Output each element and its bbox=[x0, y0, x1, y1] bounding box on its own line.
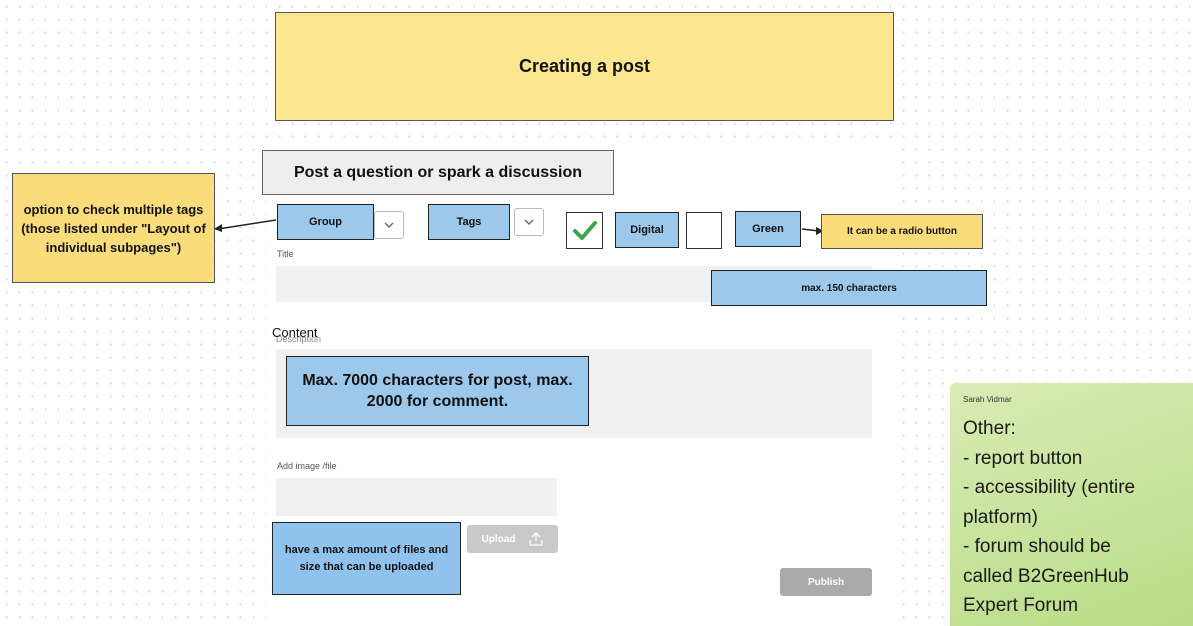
tag-option-green[interactable]: Green bbox=[735, 211, 801, 247]
tag-option-green-label: Green bbox=[752, 223, 784, 235]
tag-option-digital-label: Digital bbox=[630, 224, 664, 236]
annotation-title-limit: max. 150 characters bbox=[711, 270, 987, 306]
sticky-note-line: called B2GreenHub bbox=[963, 565, 1129, 587]
annotation-content-limit-text: Max. 7000 characters for post, max. 2000… bbox=[302, 372, 573, 410]
tags-dropdown-toggle[interactable] bbox=[514, 208, 544, 236]
annotation-files-limit: have a max amount of files and size that… bbox=[272, 522, 461, 595]
title-label: Title bbox=[277, 249, 294, 259]
content-label: Content bbox=[272, 325, 318, 340]
group-dropdown-toggle[interactable] bbox=[374, 211, 404, 239]
green-checkbox[interactable] bbox=[686, 212, 722, 249]
sticky-note-line: Other: bbox=[963, 418, 1016, 439]
sticky-note-line: platform) bbox=[963, 506, 1038, 528]
form-heading-text: Post a question or spark a discussion bbox=[293, 163, 583, 181]
chevron-down-icon bbox=[524, 219, 534, 225]
sticky-note-body: Other: - report button - accessibility (… bbox=[963, 414, 1181, 621]
arrow-to-group bbox=[214, 219, 277, 232]
upload-button[interactable]: Upload bbox=[467, 525, 558, 553]
page-banner: Creating a post bbox=[275, 12, 894, 121]
checkmark-icon bbox=[572, 220, 597, 240]
annotation-radio-button: It can be a radio button bbox=[821, 214, 983, 249]
tags-dropdown[interactable]: Tags bbox=[428, 204, 510, 240]
form-heading: Post a question or spark a discussion bbox=[262, 150, 614, 195]
sticky-note-line: - forum should be bbox=[963, 536, 1111, 557]
sticky-note-line: Expert Forum bbox=[963, 595, 1079, 616]
group-dropdown-label: Group bbox=[309, 216, 342, 228]
annotation-multiple-tags-text: option to check multiple tags (those lis… bbox=[21, 201, 206, 255]
attach-file-input[interactable] bbox=[276, 478, 557, 516]
publish-button-label: Publish bbox=[807, 576, 845, 588]
annotation-radio-button-text: It can be a radio button bbox=[846, 226, 957, 237]
tag-option-digital[interactable]: Digital bbox=[615, 212, 679, 248]
sticky-note: Sarah Vidmar Other: - report button - ac… bbox=[950, 383, 1193, 626]
sticky-note-author: Sarah Vidmar bbox=[963, 395, 1012, 404]
attach-label: Add image /file bbox=[277, 461, 337, 471]
upload-icon bbox=[529, 532, 544, 546]
chevron-down-icon bbox=[384, 222, 394, 228]
annotation-files-limit-text: have a max amount of files and size that… bbox=[284, 543, 449, 573]
publish-button[interactable]: Publish bbox=[780, 568, 872, 596]
sticky-note-line: - report button bbox=[963, 447, 1083, 469]
group-dropdown[interactable]: Group bbox=[277, 204, 374, 240]
sticky-note-line: - accessibility (entire bbox=[963, 477, 1136, 498]
upload-button-label: Upload bbox=[481, 533, 516, 545]
annotation-multiple-tags: option to check multiple tags (those lis… bbox=[12, 173, 215, 283]
tags-dropdown-label: Tags bbox=[456, 216, 482, 228]
banner-title: Creating a post bbox=[518, 56, 651, 76]
annotation-content-limit: Max. 7000 characters for post, max. 2000… bbox=[286, 356, 589, 426]
digital-checkbox[interactable] bbox=[566, 212, 603, 249]
annotation-title-limit-text: max. 150 characters bbox=[801, 282, 897, 294]
